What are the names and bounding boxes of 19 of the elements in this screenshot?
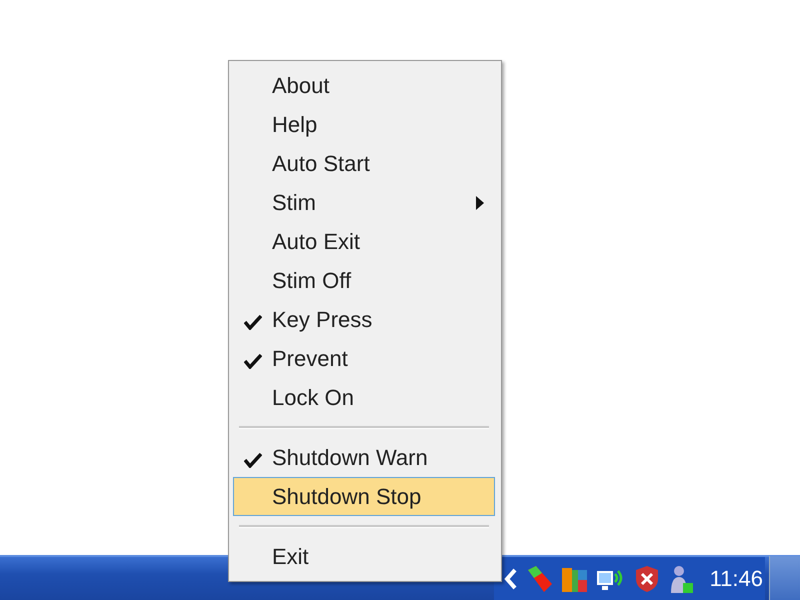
menu-item[interactable]: Exit <box>233 537 495 576</box>
menu-item[interactable]: Auto Exit <box>233 222 495 261</box>
menu-item[interactable]: Help <box>233 105 495 144</box>
menu-item[interactable]: Auto Start <box>233 144 495 183</box>
menu-item[interactable]: Shutdown Stop <box>233 477 495 516</box>
menu-item[interactable]: Stim Off <box>233 261 495 300</box>
menu-item[interactable]: Key Press <box>233 300 495 339</box>
chevron-icon[interactable] <box>504 568 518 590</box>
menu-item[interactable]: Prevent <box>233 339 495 378</box>
menu-item[interactable]: Shutdown Warn <box>233 438 495 477</box>
tray-app-icon[interactable] <box>526 566 552 592</box>
menu-item[interactable]: About <box>233 66 495 105</box>
submenu-arrow-icon <box>476 196 484 210</box>
clock: 11:46 <box>710 566 763 592</box>
menu-item[interactable]: Lock On <box>233 378 495 417</box>
shield-error-icon[interactable] <box>634 564 660 592</box>
antivirus-icon[interactable] <box>560 566 588 592</box>
show-desktop-button[interactable] <box>769 556 800 600</box>
menu-item[interactable]: Stim <box>233 183 495 222</box>
